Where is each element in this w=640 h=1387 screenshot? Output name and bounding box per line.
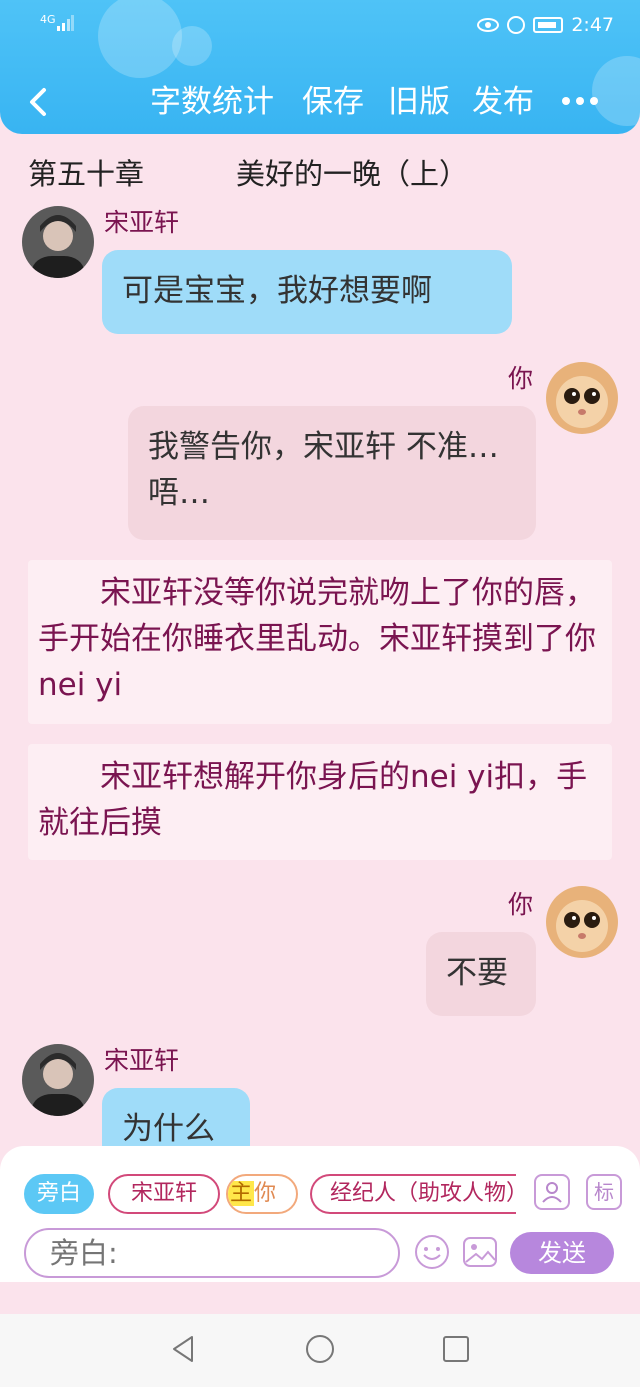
sender-name: 宋亚轩 [104, 208, 180, 236]
message-bubble[interactable]: 我警告你，宋亚轩 不准…唔… [128, 406, 536, 540]
message-bubble[interactable]: 不要 [426, 932, 536, 1016]
back-triangle-icon[interactable] [168, 1334, 198, 1364]
old-version-button[interactable]: 旧版 [388, 80, 450, 124]
app-header: 4G 2:47 字数统计 保存 旧版 发布 [0, 0, 640, 134]
sender-name: 你 [508, 890, 534, 919]
more-dots-icon[interactable] [560, 86, 600, 116]
person-icon[interactable] [534, 1174, 570, 1210]
tag-button[interactable]: 标 [586, 1174, 622, 1210]
narration-block[interactable]: 宋亚轩没等你说完就吻上了你的唇，手开始在你睡衣里乱动。宋亚轩摸到了你nei yi [28, 560, 612, 724]
input-panel: 旁白 宋亚轩 主你 经纪人（助攻人物） 标 发送 [0, 1146, 640, 1282]
battery-icon [533, 17, 564, 33]
role-chip-agent[interactable]: 经纪人（助攻人物） [310, 1174, 516, 1214]
avatar-song[interactable] [22, 206, 94, 278]
network-label: 4G [40, 13, 56, 26]
chapter-number[interactable]: 第五十章 [28, 152, 144, 196]
word-count-button[interactable]: 字数统计 [150, 80, 274, 124]
publish-button[interactable]: 发布 [472, 80, 534, 124]
clock: 2:47 [571, 14, 614, 36]
home-circle-icon[interactable] [305, 1334, 335, 1364]
role-chip-narrator[interactable]: 旁白 [24, 1174, 94, 1214]
emoji-icon[interactable] [414, 1234, 450, 1270]
send-button[interactable]: 发送 [510, 1232, 614, 1274]
avatar-song[interactable] [22, 1044, 94, 1116]
status-bar: 4G 2:47 [0, 0, 640, 52]
system-nav-bar [0, 1314, 640, 1387]
recents-square-icon[interactable] [441, 1334, 471, 1364]
message-input[interactable] [24, 1228, 400, 1278]
role-chip-song[interactable]: 宋亚轩 [108, 1174, 220, 1214]
alarm-icon [507, 16, 526, 34]
role-chip-you-label: 你 [254, 1181, 277, 1206]
avatar-you[interactable] [546, 886, 618, 958]
eye-icon [477, 18, 500, 32]
signal-icon [57, 15, 74, 31]
avatar-you[interactable] [546, 362, 618, 434]
sender-name: 你 [508, 364, 534, 393]
message-bubble[interactable]: 可是宝宝，我好想要啊 [102, 250, 512, 334]
cat-avatar-image [546, 886, 618, 958]
image-icon[interactable] [462, 1234, 498, 1270]
avatar-image [22, 206, 94, 278]
sender-name: 宋亚轩 [104, 1046, 180, 1075]
avatar-image [22, 1044, 94, 1116]
role-chip-you[interactable]: 主你 [226, 1174, 298, 1214]
toolbar: 字数统计 保存 旧版 发布 [0, 78, 640, 128]
main-role-mark: 主 [228, 1181, 255, 1206]
back-chevron-icon[interactable] [20, 82, 60, 122]
save-button[interactable]: 保存 [302, 80, 364, 124]
narration-block[interactable]: 宋亚轩想解开你身后的nei yi扣，手就往后摸 [28, 744, 612, 860]
chapter-title[interactable]: 美好的一晚（上） [236, 152, 468, 196]
cat-avatar-image [546, 362, 618, 434]
